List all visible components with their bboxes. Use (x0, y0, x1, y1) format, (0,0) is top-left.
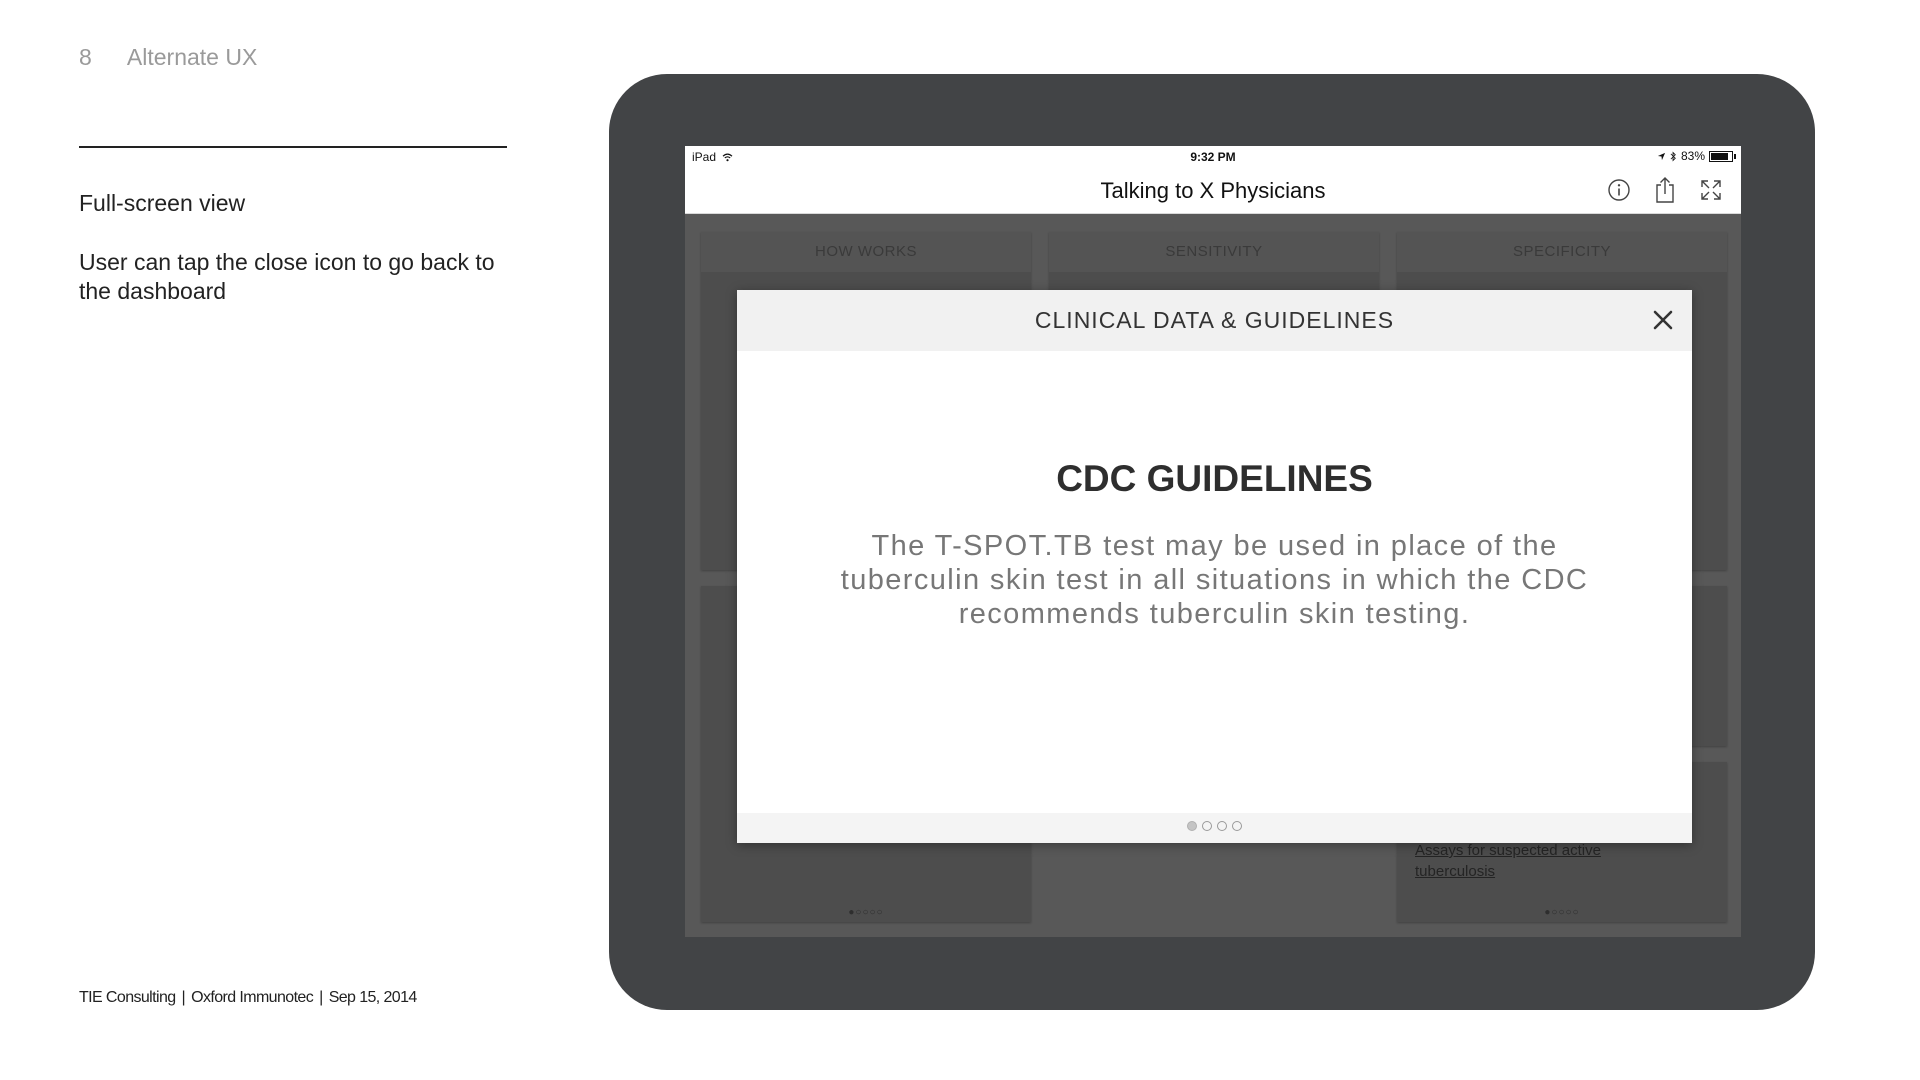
status-right: 83% (1657, 149, 1736, 163)
note-line: Full-screen view (79, 190, 246, 216)
modal-footer (737, 813, 1692, 843)
modal-title: CLINICAL DATA & GUIDELINES (1034, 307, 1395, 333)
slide-notes: Full-screen view User can tap the close … (79, 189, 519, 336)
close-button[interactable] (1648, 305, 1678, 335)
slide-footer: TIE Consulting | Oxford Immunotec | Sep 15, … (79, 989, 418, 1006)
expand-icon[interactable] (1695, 174, 1727, 206)
bluetooth-icon (1670, 151, 1676, 161)
tablet-frame: iPad 9:32 PM 83% Talking to X Physicians (609, 74, 1815, 1010)
page-indicator[interactable] (737, 821, 1692, 831)
page-dot[interactable] (1187, 821, 1197, 831)
card-pager: ●○○○○ (1544, 907, 1580, 918)
card-link[interactable]: Assays for suspected active tuberculosis (1415, 840, 1601, 882)
card-heading: SPECIFICITY (1397, 232, 1727, 272)
note-line: User can tap the close icon to go back t… (79, 249, 495, 304)
content-text: The T-SPOT.TB test may be used in place … (840, 530, 1589, 630)
battery-icon (1709, 150, 1736, 162)
nav-icons (1603, 174, 1727, 206)
card-heading: HOW WORKS (701, 232, 1031, 272)
info-icon[interactable] (1603, 174, 1635, 206)
content-title: CDC GUIDELINES (1056, 458, 1373, 499)
location-arrow-icon (1657, 152, 1666, 160)
tablet-screen: iPad 9:32 PM 83% Talking to X Physicians (685, 146, 1741, 937)
modal-header: CLINICAL DATA & GUIDELINES (737, 290, 1692, 351)
card-pager: ●○○○○ (848, 907, 884, 918)
status-time: 9:32 PM (1190, 150, 1236, 164)
slide-section: Alternate UX (126, 44, 258, 70)
page-dot[interactable] (1217, 821, 1227, 831)
card-link-line: tuberculosis (1415, 863, 1496, 880)
card-heading: SENSITIVITY (1049, 232, 1379, 272)
modal-body: CDC GUIDELINES The T-SPOT.TB test may be… (737, 351, 1692, 817)
page-dot[interactable] (1232, 821, 1242, 831)
footer-date: Sep 15, 2014 (328, 989, 418, 1006)
share-icon[interactable] (1649, 174, 1681, 206)
slide-number: 8 (79, 44, 92, 70)
footer-company: TIE Consulting (79, 989, 176, 1006)
footer-client: Oxford Immunotec (191, 989, 314, 1006)
card-link-line: Assays for suspected active (1415, 842, 1601, 859)
nav-title: Talking to X Physicians (1100, 178, 1326, 203)
clinical-data-modal: CLINICAL DATA & GUIDELINES CDC GUIDELINE… (737, 290, 1692, 843)
close-icon[interactable] (1648, 305, 1678, 335)
page-dot[interactable] (1202, 821, 1212, 831)
nav-bar: Talking to X Physicians (685, 168, 1741, 214)
battery-percent: 83% (1680, 149, 1705, 163)
slide-header: 8 Alternate UX (79, 44, 257, 71)
status-bar: iPad 9:32 PM 83% (685, 146, 1741, 168)
header-divider (79, 146, 507, 148)
